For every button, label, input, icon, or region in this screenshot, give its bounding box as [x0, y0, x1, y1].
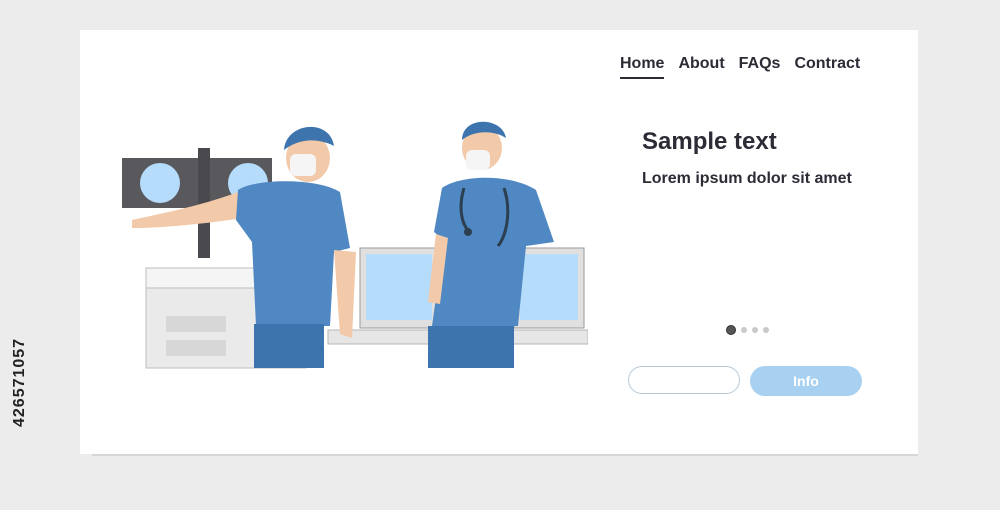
nav-about-link[interactable]: About	[678, 55, 724, 79]
hero-title: Sample text	[642, 128, 777, 155]
carousel-indicator	[726, 325, 769, 335]
carousel-dot[interactable]	[741, 327, 747, 333]
female-surgeon-mask	[466, 150, 490, 170]
male-surgeon-mask	[290, 154, 316, 176]
hero-subtitle: Lorem ipsum dolor sit amet	[642, 170, 852, 187]
female-surgeon-pants	[428, 326, 514, 368]
nav-faqs-link[interactable]: FAQs	[739, 55, 781, 79]
monitor-left-screen	[366, 254, 432, 320]
monitor-right-screen	[520, 254, 578, 320]
medical-cabinet-drawer	[166, 316, 226, 332]
surgeons-illustration	[122, 121, 588, 369]
info-button[interactable]: Info	[750, 366, 862, 396]
male-surgeon-forearm	[334, 250, 356, 338]
text-input[interactable]	[628, 366, 740, 394]
male-surgeon-pants	[254, 324, 324, 368]
medical-cabinet-drawer-2	[166, 340, 226, 356]
carousel-dot[interactable]	[726, 325, 736, 335]
top-navigation: Home About FAQs Contract	[620, 55, 860, 79]
stethoscope-chestpiece	[464, 228, 472, 236]
carousel-dot[interactable]	[752, 327, 758, 333]
carousel-dot[interactable]	[763, 327, 769, 333]
nav-home-link[interactable]: Home	[620, 55, 665, 79]
surgical-lamp-light-left	[140, 163, 180, 203]
stock-id-watermark: 426571057	[11, 337, 28, 428]
nav-contract-link[interactable]: Contract	[794, 55, 860, 79]
